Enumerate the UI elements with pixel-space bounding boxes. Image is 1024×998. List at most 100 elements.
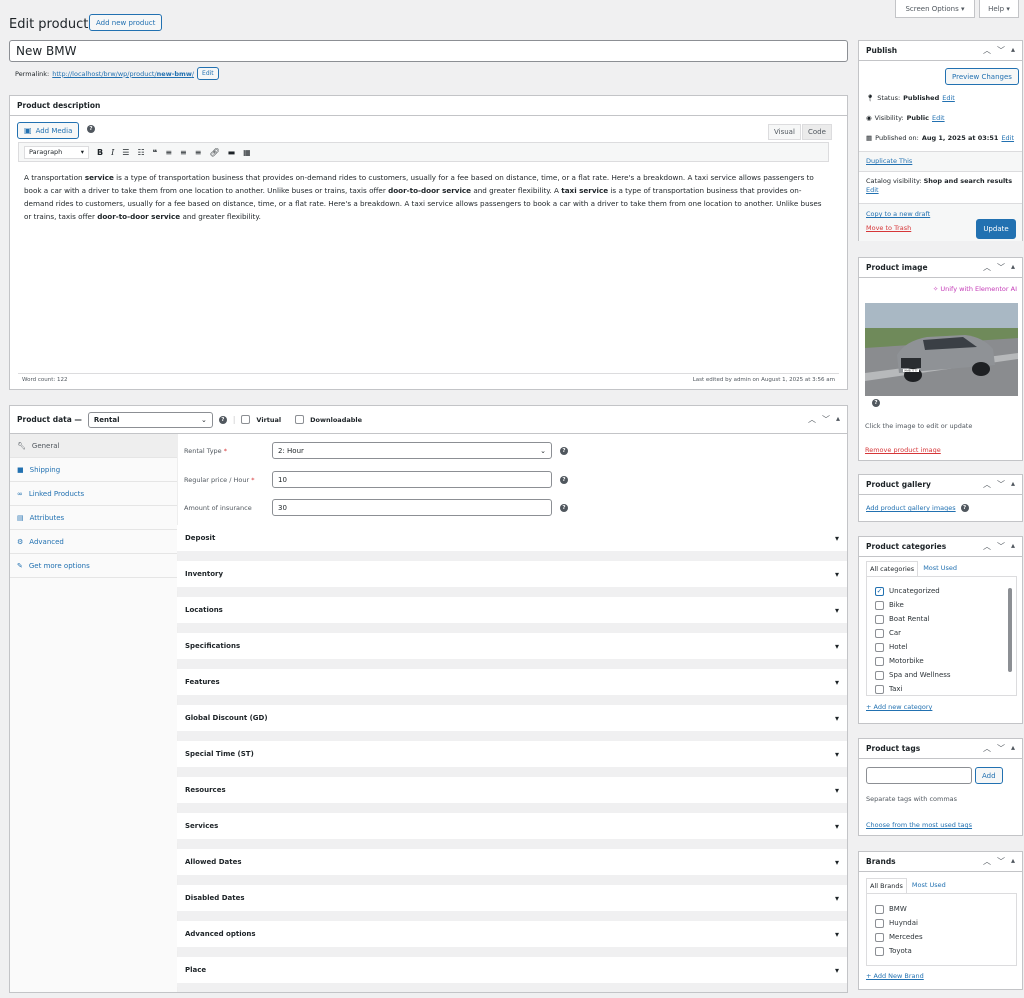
- tab-advanced[interactable]: ⚙ Advanced: [10, 530, 177, 554]
- editor-content[interactable]: A transportation service is a type of tr…: [24, 171, 829, 223]
- move-up-icon[interactable]: ︿: [808, 414, 816, 425]
- visibility-edit-link[interactable]: Edit: [932, 114, 945, 122]
- caret-down-icon[interactable]: ▾: [835, 966, 839, 975]
- move-up-icon[interactable]: ︿: [983, 45, 991, 56]
- format-select[interactable]: Paragraph ▾: [24, 145, 89, 159]
- caret-down-icon[interactable]: ▾: [835, 714, 839, 723]
- align-right-icon[interactable]: ≡: [195, 148, 202, 157]
- move-down-icon[interactable]: ﹀: [997, 541, 1005, 552]
- category-checkbox[interactable]: [875, 684, 884, 694]
- help-button[interactable]: Help ▾: [979, 0, 1019, 18]
- toggle-panel-icon[interactable]: ▴: [1011, 856, 1015, 867]
- brand-checkbox[interactable]: [875, 932, 884, 942]
- status-edit-link[interactable]: Edit: [942, 94, 955, 102]
- elementor-ai-link[interactable]: ✧ Unify with Elementor AI: [933, 285, 1017, 293]
- tab-get-more-options[interactable]: ✎ Get more options: [10, 554, 177, 578]
- category-checkbox[interactable]: [875, 600, 884, 610]
- move-down-icon[interactable]: ﹀: [822, 414, 830, 425]
- caret-down-icon[interactable]: ▾: [835, 858, 839, 867]
- tab-attributes[interactable]: ▤ Attributes: [10, 506, 177, 530]
- published-edit-link[interactable]: Edit: [1001, 134, 1014, 142]
- help-icon[interactable]: ?: [87, 125, 95, 133]
- insurance-input[interactable]: 30: [272, 499, 552, 516]
- category-list[interactable]: ✓ Uncategorized Bike Boat Rental Car Hotel Mot…: [866, 576, 1017, 696]
- tab-general[interactable]: 🔧︎ General: [10, 434, 177, 458]
- remove-product-image-link[interactable]: Remove product image: [865, 446, 941, 454]
- help-icon[interactable]: ?: [872, 399, 880, 407]
- product-image[interactable]: M-AB 7777: [865, 303, 1018, 396]
- product-type-select[interactable]: Rental ⌄: [87, 411, 213, 428]
- category-scrollbar[interactable]: [1008, 580, 1012, 688]
- section-disabled-dates[interactable]: Disabled Dates ▾: [177, 885, 847, 915]
- tab-linked-products[interactable]: ∞ Linked Products: [10, 482, 177, 506]
- tag-input[interactable]: [866, 767, 972, 784]
- tab-shipping[interactable]: ■ Shipping: [10, 458, 177, 482]
- read-more-icon[interactable]: ▬: [228, 148, 236, 157]
- help-icon[interactable]: ?: [560, 503, 568, 512]
- align-left-icon[interactable]: ≡: [165, 148, 172, 157]
- section-place[interactable]: Place ▾: [177, 957, 847, 987]
- toggle-panel-icon[interactable]: ▴: [1011, 541, 1015, 552]
- caret-down-icon[interactable]: ▾: [835, 534, 839, 543]
- move-down-icon[interactable]: ﹀: [997, 479, 1005, 490]
- align-center-icon[interactable]: ≡: [180, 148, 187, 157]
- tab-brands-most-used[interactable]: Most Used: [907, 878, 951, 893]
- numbered-list-icon[interactable]: ☷: [137, 148, 144, 157]
- category-checkbox[interactable]: [875, 628, 884, 638]
- move-down-icon[interactable]: ﹀: [997, 262, 1005, 273]
- italic-icon[interactable]: I: [111, 148, 114, 157]
- toggle-panel-icon[interactable]: ▴: [1011, 479, 1015, 490]
- category-checkbox[interactable]: [875, 656, 884, 666]
- tab-most-used[interactable]: Most Used: [918, 561, 962, 576]
- add-new-category-link[interactable]: + Add new category: [866, 703, 932, 711]
- move-up-icon[interactable]: ︿: [983, 856, 991, 867]
- catalog-edit-link[interactable]: Edit: [866, 186, 879, 194]
- category-checkbox[interactable]: [875, 614, 884, 624]
- section-features[interactable]: Features ▾: [177, 669, 847, 699]
- link-icon[interactable]: 🔗︎: [209, 148, 219, 157]
- toggle-panel-icon[interactable]: ▴: [1011, 262, 1015, 273]
- category-checkbox[interactable]: [875, 670, 884, 680]
- add-gallery-images-link[interactable]: Add product gallery images: [866, 504, 956, 512]
- tab-all-brands[interactable]: All Brands: [866, 878, 907, 893]
- section-deposit[interactable]: Deposit ▾: [177, 525, 847, 555]
- help-icon[interactable]: ?: [218, 415, 227, 424]
- move-down-icon[interactable]: ﹀: [997, 743, 1005, 754]
- brand-checkbox[interactable]: [875, 918, 884, 928]
- bold-icon[interactable]: B: [97, 148, 103, 157]
- update-button[interactable]: Update: [976, 219, 1016, 239]
- screen-options-button[interactable]: Screen Options ▾: [895, 0, 975, 18]
- help-icon[interactable]: ?: [560, 475, 568, 484]
- caret-down-icon[interactable]: ▾: [835, 750, 839, 759]
- caret-down-icon[interactable]: ▾: [835, 642, 839, 651]
- section-allowed-dates[interactable]: Allowed Dates ▾: [177, 849, 847, 879]
- duplicate-link[interactable]: Duplicate This: [866, 157, 912, 165]
- help-icon[interactable]: ?: [560, 446, 568, 455]
- bullet-list-icon[interactable]: ☰: [122, 148, 129, 157]
- choose-most-used-tags-link[interactable]: Choose from the most used tags: [866, 821, 972, 829]
- caret-down-icon[interactable]: ▾: [835, 930, 839, 939]
- virtual-checkbox[interactable]: [241, 415, 251, 424]
- section-locations[interactable]: Locations ▾: [177, 597, 847, 627]
- toolbar-toggle-icon[interactable]: ▦: [243, 148, 251, 157]
- section-special-time-st[interactable]: Special Time (ST) ▾: [177, 741, 847, 771]
- brand-checkbox[interactable]: [875, 904, 884, 914]
- caret-down-icon[interactable]: ▾: [835, 786, 839, 795]
- move-down-icon[interactable]: ﹀: [997, 856, 1005, 867]
- caret-down-icon[interactable]: ▾: [835, 678, 839, 687]
- caret-down-icon[interactable]: ▾: [835, 570, 839, 579]
- section-specifications[interactable]: Specifications ▾: [177, 633, 847, 663]
- toggle-panel-icon[interactable]: ▴: [1011, 743, 1015, 754]
- brand-checkbox[interactable]: [875, 946, 884, 956]
- move-up-icon[interactable]: ︿: [983, 262, 991, 273]
- copy-draft-link[interactable]: Copy to a new draft: [866, 210, 930, 218]
- move-up-icon[interactable]: ︿: [983, 479, 991, 490]
- preview-changes-button[interactable]: Preview Changes: [945, 68, 1019, 85]
- permalink-edit-button[interactable]: Edit: [197, 67, 219, 80]
- downloadable-checkbox[interactable]: [295, 415, 305, 424]
- section-advanced-options[interactable]: Advanced options ▾: [177, 921, 847, 951]
- regular-price-input[interactable]: 10: [272, 471, 552, 488]
- tab-visual[interactable]: Visual: [768, 124, 801, 140]
- add-media-button[interactable]: ▣ Add Media: [17, 122, 80, 139]
- rental-type-select[interactable]: 2: Hour ⌄: [272, 442, 552, 459]
